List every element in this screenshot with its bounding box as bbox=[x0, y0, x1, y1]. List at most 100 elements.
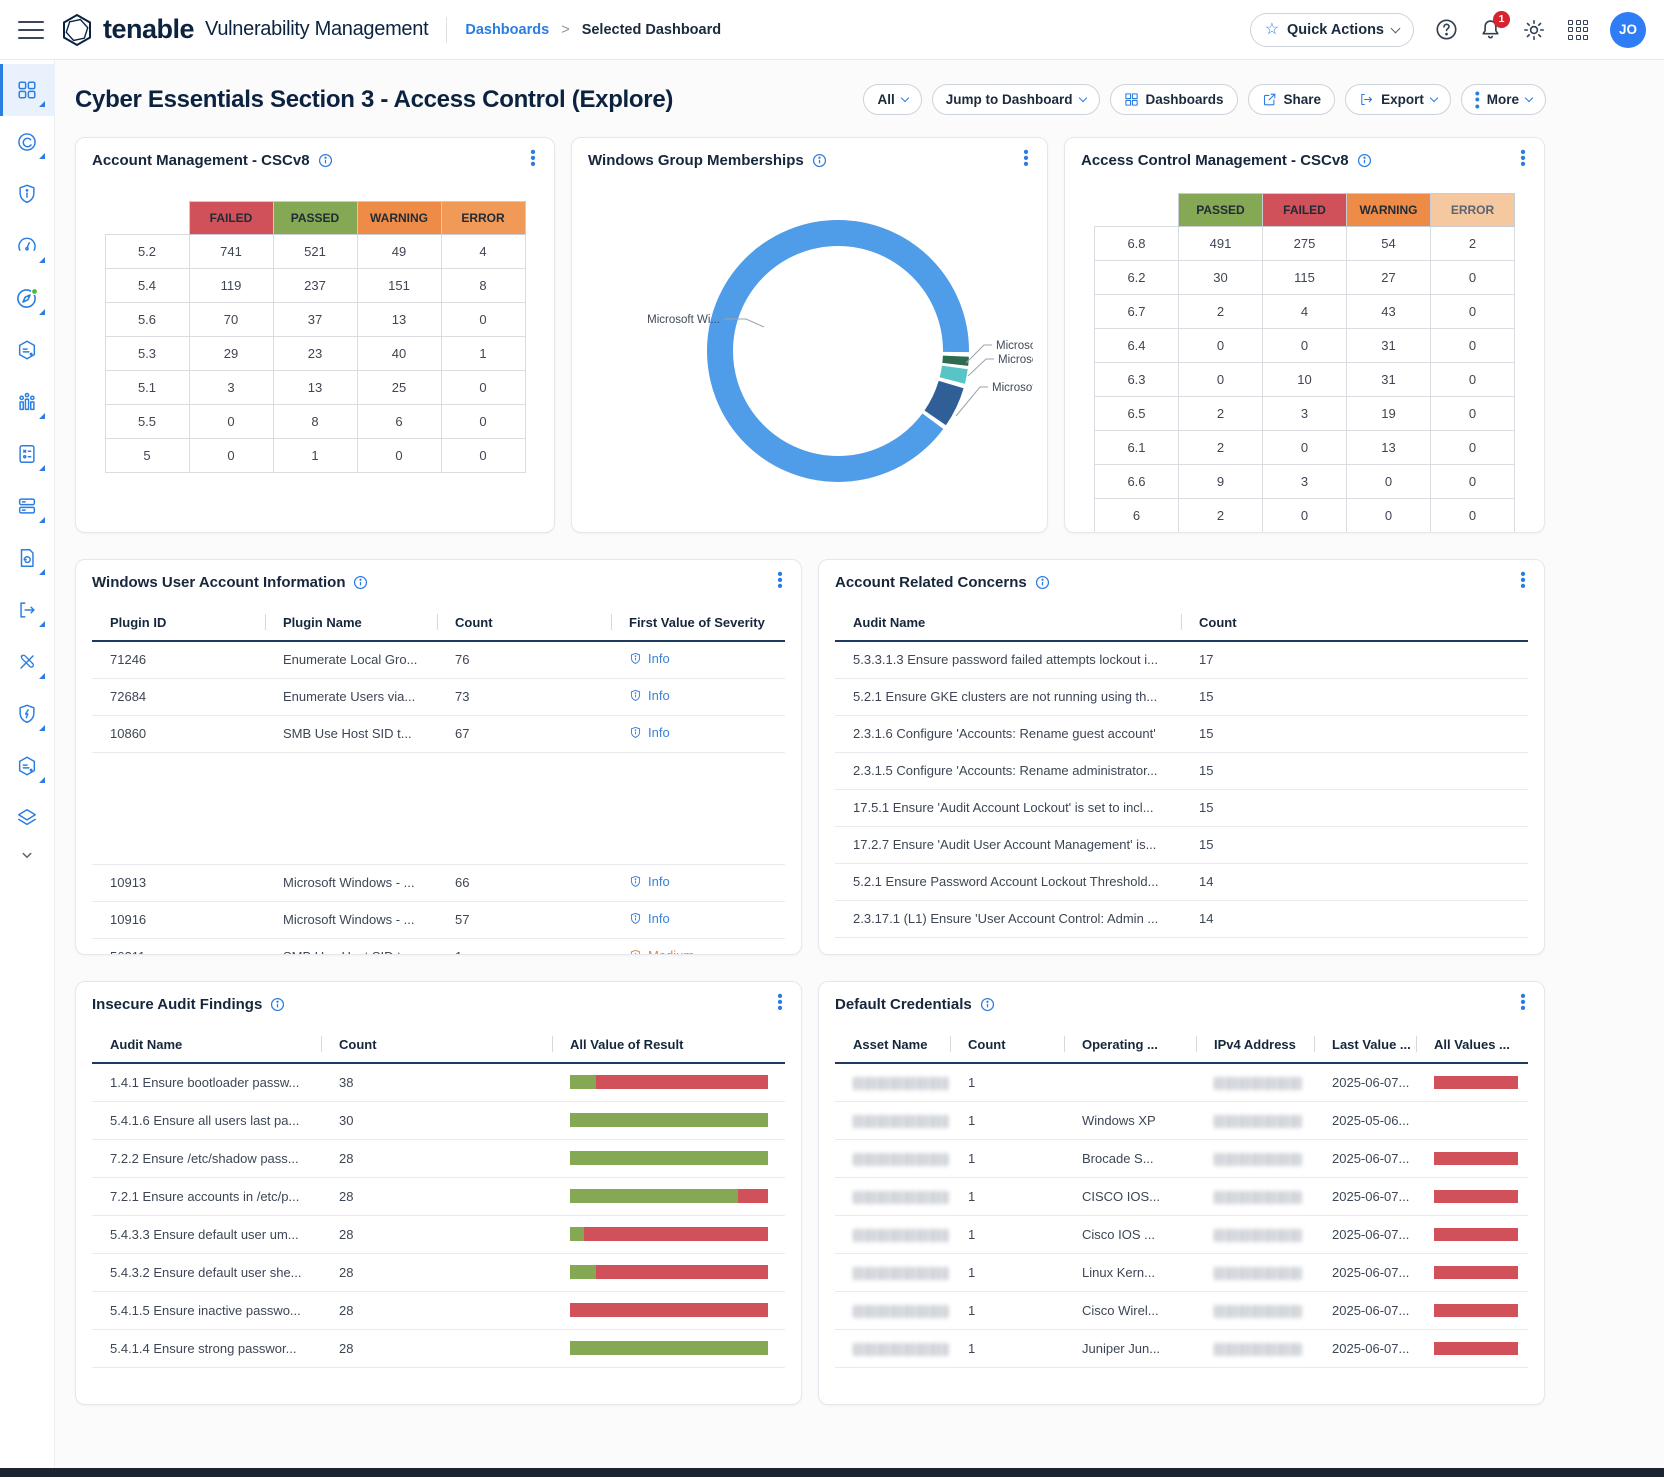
panel-menu-kebab[interactable]: ••• bbox=[773, 572, 787, 590]
matrix-cell: 0 bbox=[1263, 329, 1347, 363]
sidebar-collapse-chevron[interactable] bbox=[18, 846, 36, 869]
severity-badge[interactable]: Info bbox=[629, 688, 670, 703]
matrix-cell: 0 bbox=[1431, 295, 1515, 329]
column-header[interactable]: First Value of Severity bbox=[611, 605, 785, 641]
settings-gear-icon[interactable] bbox=[1522, 18, 1546, 42]
donut-slice[interactable] bbox=[952, 367, 955, 380]
filter-all-button[interactable]: All bbox=[863, 84, 921, 115]
export-button[interactable]: Export bbox=[1345, 84, 1451, 115]
severity-badge[interactable]: Info bbox=[629, 651, 670, 666]
column-header[interactable]: All Values ... bbox=[1416, 1027, 1528, 1063]
column-header[interactable]: Count bbox=[950, 1027, 1064, 1063]
column-header[interactable]: Count bbox=[1181, 605, 1528, 641]
panel-menu-kebab[interactable]: ••• bbox=[1019, 150, 1033, 168]
quick-actions-button[interactable]: ☆ Quick Actions bbox=[1250, 13, 1414, 47]
jump-to-dashboard-button[interactable]: Jump to Dashboard bbox=[932, 84, 1100, 115]
donut-chart[interactable]: Microsoft Wi...Microsoft W...Microsoft W… bbox=[588, 173, 1031, 518]
severity-badge[interactable]: Info bbox=[629, 874, 670, 889]
panel-menu-kebab[interactable]: ••• bbox=[526, 150, 540, 168]
table-row: 1Windows XP2025-05-06... bbox=[835, 1101, 1528, 1139]
sidebar-item-explore[interactable] bbox=[0, 116, 55, 168]
result-stacked-bar[interactable] bbox=[570, 1151, 768, 1165]
row-label: 6.6 bbox=[1095, 465, 1179, 499]
operating-system-cell bbox=[1064, 1063, 1196, 1101]
column-header[interactable]: All Value of Result bbox=[552, 1027, 785, 1063]
last-value-cell: 2025-05-06... bbox=[1314, 1101, 1416, 1139]
panel-menu-kebab[interactable]: ••• bbox=[1516, 572, 1530, 590]
count-cell: 1 bbox=[950, 1177, 1064, 1215]
sidebar-item-shield-bolt[interactable] bbox=[0, 688, 55, 740]
info-icon[interactable] bbox=[812, 153, 827, 168]
sidebar-item-report-document[interactable] bbox=[0, 532, 55, 584]
column-header[interactable]: Audit Name bbox=[92, 1027, 321, 1063]
more-label: More bbox=[1487, 92, 1519, 107]
table-row: 5.2741521494 bbox=[105, 235, 525, 269]
notifications-bell-icon[interactable]: 1 bbox=[1478, 18, 1502, 42]
shield-info-icon bbox=[16, 183, 38, 205]
tenable-logo[interactable]: tenable Vulnerability Management bbox=[60, 13, 428, 47]
info-icon[interactable] bbox=[353, 575, 368, 590]
table-row: 1Cisco IOS ...2025-06-07... bbox=[835, 1215, 1528, 1253]
dashboards-button[interactable]: Dashboards bbox=[1110, 84, 1238, 115]
severity-badge[interactable]: Info bbox=[629, 911, 670, 926]
sidebar-item-servers[interactable] bbox=[0, 480, 55, 532]
plugin-name-cell: Microsoft Windows - ... bbox=[265, 864, 437, 901]
panel-menu-kebab[interactable]: ••• bbox=[1516, 150, 1530, 168]
more-button[interactable]: ••• More bbox=[1461, 84, 1546, 115]
column-header[interactable]: Last Value ... bbox=[1314, 1027, 1416, 1063]
column-header[interactable]: Plugin Name bbox=[265, 605, 437, 641]
share-button[interactable]: Share bbox=[1248, 84, 1336, 115]
audit-name-cell: 5.2.1 Ensure Password Account Lockout Th… bbox=[835, 863, 1181, 900]
column-header[interactable]: Audit Name bbox=[835, 605, 1181, 641]
info-icon[interactable] bbox=[318, 153, 333, 168]
column-header[interactable]: Count bbox=[437, 605, 611, 641]
severity-badge[interactable]: Info bbox=[629, 725, 670, 740]
info-icon[interactable] bbox=[1035, 575, 1050, 590]
column-header[interactable]: Plugin ID bbox=[92, 605, 265, 641]
sidebar-item-tools[interactable] bbox=[0, 636, 55, 688]
column-header[interactable]: Asset Name bbox=[835, 1027, 950, 1063]
sidebar-item-layers[interactable] bbox=[0, 792, 55, 844]
jump-label: Jump to Dashboard bbox=[946, 92, 1073, 107]
column-header[interactable]: IPv4 Address bbox=[1196, 1027, 1314, 1063]
info-icon[interactable] bbox=[270, 997, 285, 1012]
result-stacked-bar[interactable] bbox=[570, 1265, 768, 1279]
column-header[interactable]: Count bbox=[321, 1027, 552, 1063]
matrix-cell: 0 bbox=[441, 371, 525, 405]
sidebar-item-scans[interactable] bbox=[0, 428, 55, 480]
sidebar-item-findings[interactable] bbox=[0, 168, 55, 220]
result-stacked-bar[interactable] bbox=[570, 1075, 768, 1089]
gauge-icon bbox=[16, 235, 38, 257]
info-icon[interactable] bbox=[1357, 153, 1372, 168]
column-header[interactable]: Operating ... bbox=[1064, 1027, 1196, 1063]
export-icon bbox=[1359, 92, 1374, 107]
result-stacked-bar[interactable] bbox=[570, 1227, 768, 1241]
panel-menu-kebab[interactable]: ••• bbox=[773, 994, 787, 1012]
donut-slice[interactable] bbox=[955, 356, 956, 364]
result-stacked-bar[interactable] bbox=[570, 1303, 768, 1317]
panel-menu-kebab[interactable]: ••• bbox=[1516, 994, 1530, 1012]
info-icon[interactable] bbox=[980, 997, 995, 1012]
donut-slice[interactable] bbox=[935, 385, 951, 418]
last-value-cell: 2025-06-07... bbox=[1314, 1177, 1416, 1215]
sidebar-item-reports-chart[interactable] bbox=[0, 376, 55, 428]
count-cell: 14 bbox=[1181, 900, 1528, 937]
breadcrumb-dashboards-link[interactable]: Dashboards bbox=[465, 22, 549, 38]
sidebar-item-dashboards[interactable] bbox=[0, 64, 55, 116]
user-avatar[interactable]: JO bbox=[1610, 12, 1646, 48]
result-stacked-bar[interactable] bbox=[570, 1113, 768, 1127]
result-stacked-bar[interactable] bbox=[570, 1341, 768, 1355]
sidebar-item-gauge[interactable] bbox=[0, 220, 55, 272]
table-row: 2.3.17.1 (L1) Ensure 'User Account Contr… bbox=[835, 900, 1528, 937]
hamburger-menu-icon[interactable] bbox=[18, 21, 44, 39]
severity-badge[interactable]: Medium bbox=[629, 948, 694, 955]
table-row: 50100 bbox=[105, 439, 525, 473]
sidebar-item-export[interactable] bbox=[0, 584, 55, 636]
donut-slice-main[interactable] bbox=[720, 233, 956, 469]
result-stacked-bar[interactable] bbox=[570, 1189, 768, 1203]
sidebar-item-hexagon-2[interactable] bbox=[0, 740, 55, 792]
help-icon[interactable] bbox=[1434, 18, 1458, 42]
sidebar-item-compass[interactable] bbox=[0, 272, 55, 324]
app-switcher-icon[interactable] bbox=[1566, 18, 1590, 42]
sidebar-item-assets[interactable] bbox=[0, 324, 55, 376]
